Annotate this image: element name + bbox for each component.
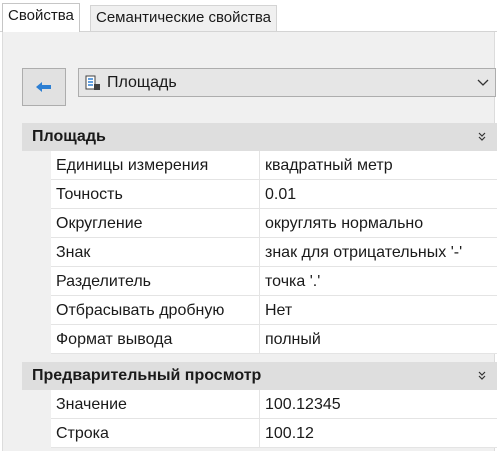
property-name: Строка [51,419,260,448]
property-name: Отбрасывать дробную [51,296,260,325]
tab-properties[interactable]: Свойства [2,3,80,32]
property-row[interactable]: Формат вывода полный [22,325,497,354]
property-row[interactable]: Точность 0.01 [22,180,497,209]
property-name: Округление [51,209,260,238]
group-preview: Предварительный просмотр Значение 100.12… [22,362,497,448]
group-header[interactable]: Предварительный просмотр [22,362,497,390]
property-value[interactable]: точка '.' [260,267,497,296]
property-value[interactable]: 0.01 [260,180,497,209]
property-row[interactable]: Знак знак для отрицательных '-' [22,238,497,267]
group-title: Площадь [32,128,106,145]
row-gutter [22,238,51,267]
property-row[interactable]: Строка 100.12 [22,419,497,448]
row-gutter [22,390,51,419]
collapse-icon[interactable] [477,371,487,382]
back-button[interactable] [22,68,66,106]
group-header[interactable]: Площадь [22,123,497,151]
area-measure-icon [85,75,101,91]
property-row[interactable]: Округление округлять нормально [22,209,497,238]
property-name: Разделитель [51,267,260,296]
tab-bar: Свойства Семантические свойства [0,0,497,32]
row-gutter [22,180,51,209]
property-value[interactable]: полный [260,325,497,354]
property-name: Знак [51,238,260,267]
property-row[interactable]: Разделитель точка '.' [22,267,497,296]
property-name: Точность [51,180,260,209]
row-gutter [22,419,51,448]
property-row[interactable]: Значение 100.12345 [22,390,497,419]
property-value[interactable]: 100.12 [260,419,497,448]
row-gutter [22,296,51,325]
arrow-left-icon [36,82,52,92]
chevron-down-icon[interactable] [471,79,495,87]
row-gutter [22,209,51,238]
tab-semantic-properties[interactable]: Семантические свойства [90,5,278,31]
collapse-icon[interactable] [477,132,487,143]
group-title: Предварительный просмотр [32,367,262,384]
property-value[interactable]: квадратный метр [260,151,497,180]
property-value[interactable]: 100.12345 [260,390,497,419]
property-value[interactable]: знак для отрицательных '-' [260,238,497,267]
property-row[interactable]: Единицы измерения квадратный метр [22,151,497,180]
property-value[interactable]: округлять нормально [260,209,497,238]
row-gutter [22,267,51,296]
row-gutter [22,325,51,354]
object-type-combobox[interactable]: Площадь [78,68,496,97]
property-name: Значение [51,390,260,419]
row-gutter [22,151,51,180]
tab-label: Семантические свойства [96,9,272,26]
property-value[interactable]: Нет [260,296,497,325]
group-area: Площадь Единицы измерения квадратный мет… [22,123,497,354]
combobox-value: Площадь [107,73,177,91]
property-name: Формат вывода [51,325,260,354]
tab-label: Свойства [8,7,74,24]
property-row[interactable]: Отбрасывать дробную Нет [22,296,497,325]
property-name: Единицы измерения [51,151,260,180]
